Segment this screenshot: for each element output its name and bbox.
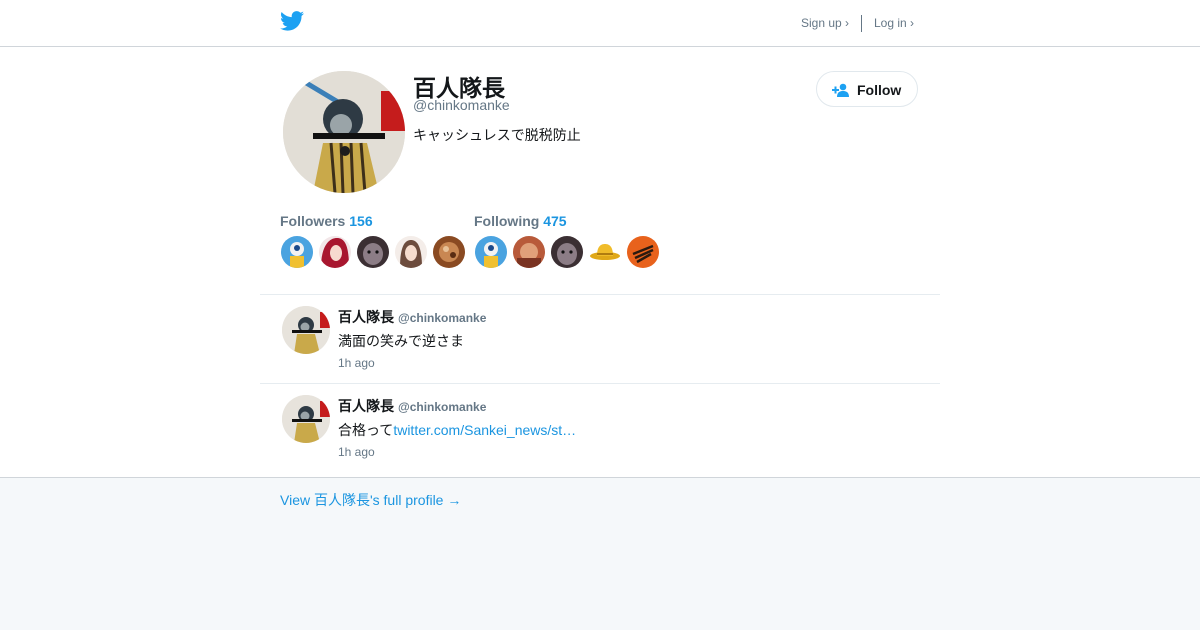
followers-link[interactable]: Followers 156	[280, 213, 373, 229]
tweet-author[interactable]: 百人隊長 @chinkomanke	[338, 396, 486, 416]
divider	[260, 294, 940, 295]
tweet-timestamp[interactable]: 1h ago	[338, 445, 375, 459]
tweet-author-name: 百人隊長	[338, 398, 394, 414]
tweet-text: 満面の笑みで逆さま	[338, 331, 464, 351]
tweet-text: 合格ってtwitter.com/Sankei_news/st…	[338, 420, 576, 440]
tweet-timestamp[interactable]: 1h ago	[338, 356, 375, 370]
follow-button-label: Follow	[857, 82, 902, 98]
follower-avatar[interactable]	[433, 236, 465, 268]
samurai-portrait-image	[283, 71, 405, 193]
followers-count: 156	[349, 213, 373, 229]
tweet-avatar[interactable]	[282, 306, 330, 354]
tweet-link[interactable]: twitter.com/Sankei_news/st…	[393, 422, 576, 438]
view-full-profile-link[interactable]: View 百人隊長's full profile →	[280, 490, 461, 510]
profile-avatar[interactable]	[283, 71, 405, 193]
profile-bio: キャッシュレスで脱税防止	[413, 127, 581, 143]
profile-handle: @chinkomanke	[413, 97, 510, 113]
tweet-author-handle: @chinkomanke	[398, 400, 487, 414]
tweet-author-handle: @chinkomanke	[398, 311, 487, 325]
sign-up-link[interactable]: Sign up ›	[801, 16, 849, 30]
following-avatar[interactable]	[589, 236, 621, 268]
following-avatar[interactable]	[513, 236, 545, 268]
tweet-body: 満面の笑みで逆さま	[338, 333, 464, 349]
following-count: 475	[543, 213, 567, 229]
nav-divider	[861, 15, 862, 32]
tweet-author[interactable]: 百人隊長 @chinkomanke	[338, 307, 486, 327]
following-link[interactable]: Following 475	[474, 213, 567, 229]
follower-avatar[interactable]	[357, 236, 389, 268]
followers-label: Followers	[280, 213, 346, 229]
top-bar: Sign up › Log in ›	[0, 0, 1200, 47]
following-avatar[interactable]	[475, 236, 507, 268]
add-person-icon	[832, 83, 849, 97]
follower-avatar[interactable]	[395, 236, 427, 268]
following-avatar[interactable]	[551, 236, 583, 268]
follow-button[interactable]: Follow	[816, 71, 918, 107]
tweet-avatar[interactable]	[282, 395, 330, 443]
follower-avatar[interactable]	[281, 236, 313, 268]
divider	[260, 383, 940, 384]
twitter-bird-icon[interactable]	[280, 11, 304, 31]
tweet-author-name: 百人隊長	[338, 309, 394, 325]
following-label: Following	[474, 213, 540, 229]
tweet-body: 合格って	[338, 422, 394, 438]
log-in-link[interactable]: Log in ›	[874, 16, 914, 30]
follower-avatar[interactable]	[319, 236, 351, 268]
profile-card: 百人隊長 @chinkomanke キャッシュレスで脱税防止 Follow Fo…	[0, 47, 1200, 478]
following-avatar[interactable]	[627, 236, 659, 268]
